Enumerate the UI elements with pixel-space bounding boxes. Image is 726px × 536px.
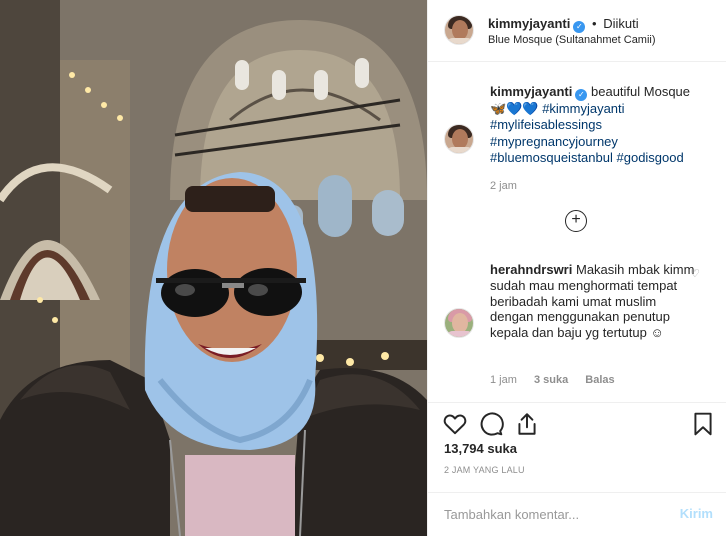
hashtag-link[interactable]: #kimmyjayanti: [542, 101, 624, 116]
comment-like-count[interactable]: 3 suka: [534, 374, 568, 386]
caption-username[interactable]: kimmyjayanti: [490, 84, 572, 99]
follow-status[interactable]: Diikuti: [603, 16, 638, 31]
photo-illustration: [0, 0, 427, 536]
share-icon[interactable]: [514, 411, 540, 437]
bookmark-icon[interactable]: [690, 411, 716, 437]
comment-meta: 1 jam 3 suka Balas: [490, 374, 629, 386]
hashtag-link[interactable]: #godisgood: [617, 150, 684, 165]
commenter-avatar[interactable]: [444, 308, 474, 338]
caption: kimmyjayanti ✓ beautiful Mosque 🦋💙💙 #kimm…: [490, 84, 722, 167]
author-username[interactable]: kimmyjayanti: [488, 16, 570, 31]
comment-input[interactable]: [444, 503, 664, 525]
reply-button[interactable]: Balas: [585, 374, 614, 386]
post-comment-button[interactable]: Kirim: [680, 506, 713, 521]
post-photo: [0, 0, 427, 536]
comment: herahndrswri Makasih mbak kimm sudah mau…: [490, 262, 700, 341]
heart-icon[interactable]: [442, 411, 468, 437]
caption-emoji: 🦋💙💙: [490, 101, 539, 116]
comment-icon[interactable]: [478, 411, 504, 437]
author-row: kimmyjayanti ✓ • Diikuti: [488, 16, 639, 33]
hashtag-link[interactable]: #bluemosqueistanbul: [490, 150, 613, 165]
like-count[interactable]: 13,794 suka: [444, 441, 517, 456]
caption-avatar[interactable]: [444, 124, 474, 154]
plus-circle-icon[interactable]: +: [565, 210, 587, 232]
post-sidebar: kimmyjayanti ✓ • Diikuti Blue Mosque (Sul…: [427, 0, 726, 536]
separator-dot: •: [592, 16, 597, 31]
comment-composer: Kirim: [428, 492, 726, 536]
location-link[interactable]: Blue Mosque (Sultanahmet Camii): [488, 34, 656, 46]
comments-list[interactable]: kimmyjayanti ✓ beautiful Mosque 🦋💙💙 #kimm…: [428, 62, 726, 402]
commenter-username[interactable]: herahndrswri: [490, 262, 572, 277]
verified-badge-icon: ✓: [573, 21, 586, 33]
author-avatar[interactable]: [444, 15, 474, 45]
action-bar: [428, 402, 726, 444]
hashtag-link[interactable]: #mylifeisablessings: [490, 117, 722, 133]
caption-time[interactable]: 2 jam: [490, 180, 517, 192]
caption-text: beautiful Mosque: [591, 84, 691, 99]
post-header: kimmyjayanti ✓ • Diikuti Blue Mosque (Sul…: [428, 0, 726, 62]
verified-badge-icon: ✓: [575, 89, 588, 101]
post-time[interactable]: 2 JAM YANG LALU: [444, 465, 525, 475]
hashtag-link[interactable]: #mypregnancyjourney: [490, 134, 722, 150]
comment-like-heart-icon[interactable]: ♡: [690, 267, 700, 280]
comment-time[interactable]: 1 jam: [490, 374, 517, 386]
